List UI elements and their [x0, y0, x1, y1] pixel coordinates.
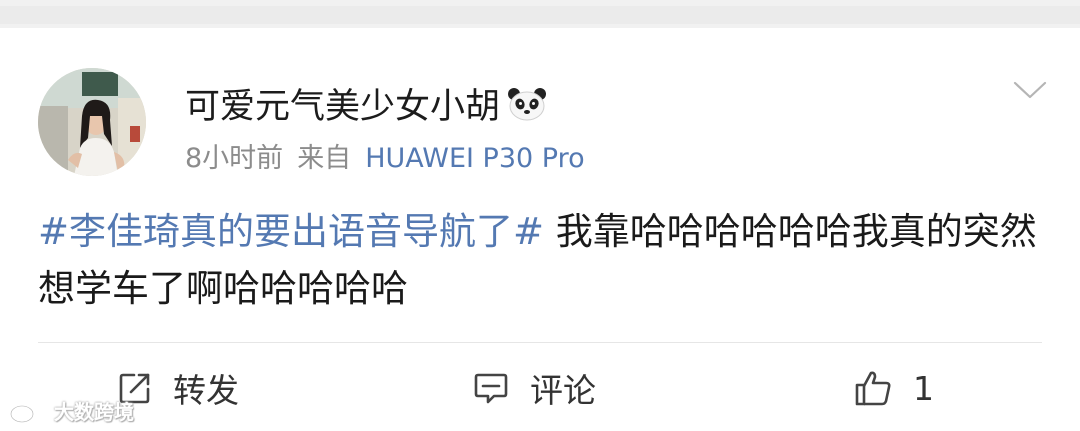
avatar[interactable] [38, 68, 146, 176]
source-label: 来自 [297, 143, 352, 174]
thumbs-up-icon [855, 371, 891, 406]
source-device-link[interactable]: HUAWEI P30 Pro [365, 143, 584, 174]
action-bar: 转发 评论 1 [0, 358, 1080, 418]
top-separator-strip [0, 0, 1080, 28]
panda-emoji-icon [508, 87, 547, 120]
post-content: #李佳琦真的要出语音导航了# 我靠哈哈哈哈哈哈我真的突然想学车了啊哈哈哈哈哈 [38, 203, 1048, 317]
repost-button[interactable]: 转发 [117, 358, 239, 418]
like-button[interactable]: 1 [853, 358, 934, 418]
comment-button[interactable]: 评论 [472, 358, 596, 418]
avatar-photo [38, 68, 146, 176]
repost-label: 转发 [173, 371, 239, 410]
weibo-logo-icon [9, 397, 47, 423]
divider [38, 342, 1042, 343]
watermark: 大数跨境 [8, 396, 134, 425]
topic-hashtag-link[interactable]: #李佳琦真的要出语音导航了# [38, 210, 544, 253]
comment-icon [474, 373, 508, 404]
like-count: 1 [913, 368, 934, 408]
weibo-post-card: 可爱元气美少女小胡 8小时前 来自 HUAWEI P30 Pro #李佳琦真的要出语… [0, 28, 1080, 431]
top-separator-inner [0, 6, 1080, 24]
post-meta: 8小时前 来自 HUAWEI P30 Pro [185, 136, 585, 175]
watermark-text: 大数跨境 [54, 400, 134, 424]
post-time: 8小时前 [185, 143, 284, 174]
chevron-down-icon[interactable] [1012, 78, 1048, 102]
username[interactable]: 可爱元气美少女小胡 [185, 78, 548, 129]
username-text: 可爱元气美少女小胡 [185, 87, 501, 127]
comment-label: 评论 [530, 371, 596, 410]
